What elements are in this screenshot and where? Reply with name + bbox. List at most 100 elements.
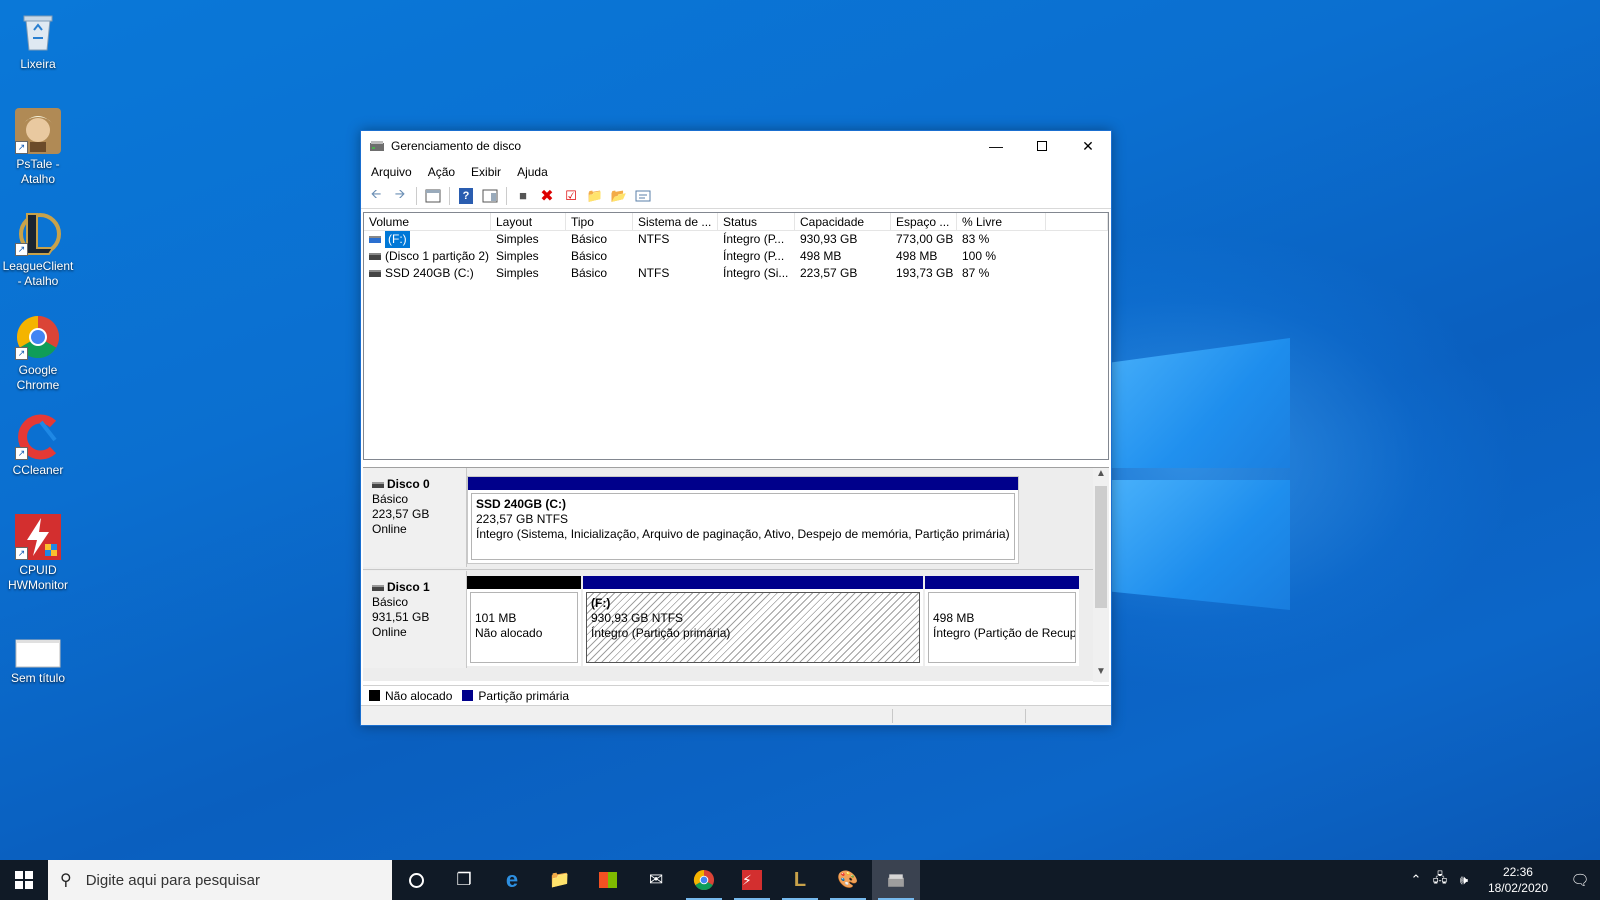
partition-recovery[interactable]: 498 MB Íntegro (Partição de Recupe (925, 576, 1079, 666)
disk-info-0[interactable]: Disco 0 Básico 223,57 GB Online (363, 468, 467, 567)
desktop-icon-leagueclient[interactable]: ↗ LeagueClient - Atalho (2, 210, 74, 289)
column-header-tipo[interactable]: Tipo (566, 213, 633, 230)
scroll-down-icon[interactable]: ▼ (1093, 666, 1109, 682)
cell-capacity: 223,57 GB (800, 266, 858, 280)
close-button[interactable]: ✕ (1065, 131, 1111, 161)
action-center-button[interactable]: 🗨 (1560, 871, 1600, 889)
table-row[interactable]: SSD 240GB (C:) Simples Básico NTFS Ínteg… (364, 265, 1108, 282)
column-header-filesystem[interactable]: Sistema de ... (633, 213, 718, 230)
cell-percent-free: 83 % (962, 232, 990, 246)
shortcut-arrow-icon: ↗ (15, 547, 28, 560)
partition-unallocated[interactable]: 101 MB Não alocado (467, 576, 581, 666)
cell-layout: Simples (496, 249, 539, 263)
forward-button[interactable]: 🡪 (389, 185, 411, 207)
desktop-icon-hwmonitor[interactable]: ↗ CPUID HWMonitor (2, 514, 74, 593)
partition-c[interactable]: SSD 240GB (C:) 223,57 GB NTFS Íntegro (S… (467, 476, 1019, 564)
desktop-icon-sem-titulo[interactable]: Sem título (2, 634, 74, 686)
taskbar-disk-management[interactable] (872, 860, 920, 900)
windows-wallpaper-logo (1100, 320, 1290, 620)
column-header-volume[interactable]: Volume (364, 213, 491, 230)
volume-list[interactable]: Volume Layout Tipo Sistema de ... Status… (363, 212, 1109, 460)
search-folder-button[interactable]: 📂 (608, 185, 630, 207)
cell-tipo: Básico (571, 266, 608, 280)
disk-graphical-pane[interactable]: Disco 0 Básico 223,57 GB Online SSD 240G… (363, 467, 1109, 682)
up-folder-button[interactable]: 📁 (584, 185, 606, 207)
speaker-icon: 🕪 (1459, 872, 1469, 887)
column-header-percent-free[interactable]: % Livre (957, 213, 1046, 230)
disk-info-1[interactable]: Disco 1 Básico 931,51 GB Online (363, 571, 467, 668)
show-hidden-icons-button[interactable]: ⌃ (1404, 872, 1428, 888)
desktop-icon-label: Lixeira (20, 57, 56, 71)
column-header-espaco[interactable]: Espaço ... (891, 213, 957, 230)
minimize-button[interactable]: — (973, 131, 1019, 161)
taskbar-clock[interactable]: 22:36 18/02/2020 (1476, 864, 1560, 896)
cortana-button[interactable] (392, 860, 440, 900)
taskbar-search-box[interactable]: ⚲ Digite aqui para pesquisar (48, 860, 392, 900)
desktop-icon-recycle-bin[interactable]: Lixeira (2, 8, 74, 72)
scrollbar-thumb[interactable] (1095, 486, 1107, 608)
cell-layout: Simples (496, 266, 539, 280)
cell-filesystem (633, 248, 718, 265)
partition-body: (F:) 930,93 GB NTFS Íntegro (Partição pr… (586, 592, 920, 663)
taskbar-store[interactable] (584, 860, 632, 900)
back-button[interactable]: 🡨 (365, 185, 387, 207)
close-icon: ✕ (1082, 137, 1094, 154)
partition-title: (F:) (591, 596, 611, 610)
desktop-icon-pstale[interactable]: ↗ PsTale - Atalho (2, 108, 74, 187)
taskbar-edge[interactable]: e (488, 860, 536, 900)
disk-name: Disco 1 (372, 580, 466, 595)
taskbar-hwmonitor[interactable]: ⚡ (728, 860, 776, 900)
scroll-up-icon[interactable]: ▲ (1093, 468, 1109, 484)
task-view-button[interactable]: ❐ (440, 860, 488, 900)
status-bar (361, 705, 1111, 725)
partition-status: Não alocado (475, 626, 543, 640)
desktop-icon-label: LeagueClient - Atalho (2, 259, 74, 288)
show-hide-console-tree-button[interactable] (422, 185, 444, 207)
table-row[interactable]: (F:) Simples Básico NTFS Íntegro (P... 9… (364, 231, 1108, 248)
disk-management-window[interactable]: Gerenciamento de disco — ✕ Arquivo Ação … (360, 130, 1112, 726)
menu-arquivo[interactable]: Arquivo (363, 165, 420, 179)
column-header-status[interactable]: Status (718, 213, 795, 230)
desktop-icon-label: CPUID HWMonitor (7, 563, 68, 592)
start-button[interactable] (0, 860, 48, 900)
desktop-icon-label: CCleaner (12, 463, 64, 477)
taskbar-paint[interactable]: 🎨 (824, 860, 872, 900)
column-header-layout[interactable]: Layout (491, 213, 566, 230)
network-icon: 🖧 (1432, 870, 1448, 885)
table-row[interactable]: (Disco 1 partição 2) Simples Básico Ínte… (364, 248, 1108, 265)
partition-color-bar (583, 576, 923, 589)
network-button[interactable]: 🖧 (1428, 869, 1452, 891)
delete-button[interactable]: ✖ (536, 185, 558, 207)
taskbar-mail[interactable]: ✉ (632, 860, 680, 900)
clock-time: 22:36 (1502, 865, 1533, 879)
volume-name: SSD 240GB (C:) (385, 266, 474, 280)
title-bar[interactable]: Gerenciamento de disco — ✕ (361, 131, 1111, 161)
menu-ajuda[interactable]: Ajuda (509, 165, 556, 179)
disk-icon (372, 584, 384, 591)
disk-row-0: Disco 0 Básico 223,57 GB Online SSD 240G… (363, 468, 1093, 567)
menu-exibir[interactable]: Exibir (463, 165, 509, 179)
disk-pane-scrollbar[interactable]: ▲ ▼ (1093, 468, 1109, 682)
chevron-up-icon: ⌃ (1410, 872, 1422, 887)
desktop-icon-ccleaner[interactable]: ↗ CCleaner (2, 414, 74, 478)
properties-button[interactable] (632, 185, 654, 207)
maximize-button[interactable] (1019, 131, 1065, 161)
partition-color-bar (468, 477, 1018, 490)
partition-f[interactable]: (F:) 930,93 GB NTFS Íntegro (Partição pr… (583, 576, 923, 666)
disk-size: 223,57 GB (372, 507, 430, 521)
cell-volume: SSD 240GB (C:) (364, 265, 491, 282)
partition-body: 101 MB Não alocado (470, 592, 578, 663)
taskbar-league[interactable]: L (776, 860, 824, 900)
taskbar-chrome[interactable] (680, 860, 728, 900)
legend-label-primary: Partição primária (478, 688, 570, 703)
volume-button[interactable]: 🕪 (1452, 872, 1476, 888)
connect-disk-button[interactable]: ■ (512, 185, 534, 207)
check-button[interactable]: ☑ (560, 185, 582, 207)
desktop-icon-chrome[interactable]: ↗ Google Chrome (2, 314, 74, 393)
taskbar-file-explorer[interactable]: 📁 (536, 860, 584, 900)
column-header-capacidade[interactable]: Capacidade (795, 213, 891, 230)
help-button[interactable]: ? (455, 185, 477, 207)
menu-acao[interactable]: Ação (420, 165, 463, 179)
legend: Não alocado Partição primária (363, 685, 1109, 705)
show-hide-action-pane-button[interactable] (479, 185, 501, 207)
